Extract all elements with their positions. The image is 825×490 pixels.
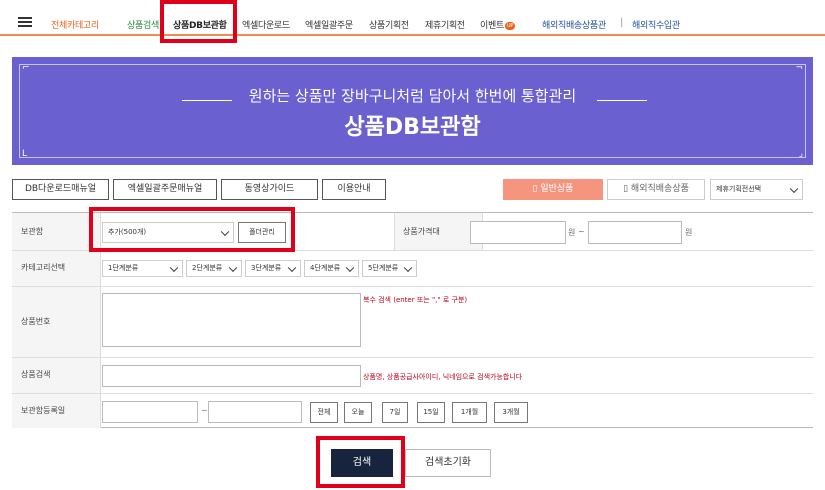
chevron-down-icon xyxy=(287,263,297,272)
chevron-down-icon xyxy=(345,263,355,272)
search-label: 상품검색 xyxy=(12,357,100,393)
db-download-manual-button[interactable]: DB다운로드매뉴얼 xyxy=(12,179,109,200)
product-no-note: 복수 검색 (enter 또는 "," 로 구분) xyxy=(363,296,468,304)
nav-product-search[interactable]: 상품검색 xyxy=(127,18,159,31)
date-all-button[interactable]: 전체 xyxy=(310,402,338,423)
price-max-input[interactable] xyxy=(588,221,682,244)
storage-label: 보관함 xyxy=(12,213,100,250)
video-guide-button[interactable]: 동영상가이드 xyxy=(221,179,318,200)
nav-excel-download[interactable]: 엑셀다운로드 xyxy=(242,18,290,31)
date-end-input[interactable] xyxy=(208,401,302,423)
category-select-4[interactable]: 4단계분류 xyxy=(304,260,359,277)
range-tilde: ~ xyxy=(578,227,585,236)
price-min-input[interactable] xyxy=(470,221,566,244)
usage-guide-button[interactable]: 이용안내 xyxy=(322,179,386,200)
corner-ornament-icon: ⌐ xyxy=(22,63,30,73)
tab-overseas-label: 해외직배송상품 xyxy=(630,184,689,194)
product-no-label: 상품번호 xyxy=(12,286,100,357)
event-badge: UP xyxy=(504,21,516,30)
category-select-2[interactable]: 2단계분류 xyxy=(186,260,242,277)
category-select-1-value: 1단계분류 xyxy=(108,264,139,272)
won-unit: 원 xyxy=(568,228,576,237)
corner-ornament-icon: L xyxy=(22,149,28,159)
row-divider xyxy=(12,393,813,394)
date-3m-button[interactable]: 3개월 xyxy=(494,402,528,423)
excel-order-manual-button[interactable]: 엑셀일괄주문매뉴얼 xyxy=(113,179,217,200)
price-label: 상품가격대 xyxy=(394,213,482,250)
nav-product-plan[interactable]: 상품기획전 xyxy=(369,18,409,31)
tab-overseas-products[interactable]: ▯ 해외직배송상품 xyxy=(607,179,705,200)
date-1m-button[interactable]: 1개월 xyxy=(452,402,487,423)
top-nav: 전체카테고리 상품검색 상품DB보관함 엑셀다운로드 엑셀일괄주문 상품기획전 … xyxy=(0,0,825,36)
category-select-2-value: 2단계분류 xyxy=(192,264,223,272)
category-select-5-value: 5단계분류 xyxy=(368,264,399,272)
search-note: 상품명, 상품공급사아이디, 닉네임으로 검색가능합니다 xyxy=(363,373,523,381)
banner: ⌐ ¬ L ⌟ 원하는 상품만 장바구니처럼 담아서 한번에 통합관리 상품DB… xyxy=(12,57,813,165)
highlight-nav-box xyxy=(160,0,237,43)
category-select-1[interactable]: 1단계분류 xyxy=(102,260,183,277)
nav-separator: | xyxy=(620,17,624,28)
category-select-5[interactable]: 5단계분류 xyxy=(362,260,417,277)
chevron-down-icon xyxy=(403,263,413,272)
date-label: 보관함등록일 xyxy=(12,393,100,428)
nav-overseas-shipping[interactable]: 해외직배송상품관 xyxy=(542,18,606,31)
date-start-input[interactable] xyxy=(102,401,198,423)
corner-ornament-icon: ¬ xyxy=(795,63,803,73)
nav-partner-plan[interactable]: 제휴기획전 xyxy=(425,18,465,31)
chevron-down-icon xyxy=(228,263,238,272)
keyword-search-input[interactable] xyxy=(102,365,361,387)
range-tilde: ~ xyxy=(201,406,208,415)
category-select-3-value: 3단계분류 xyxy=(251,264,282,272)
plan-select[interactable]: 제휴기획전선택 xyxy=(710,179,803,200)
col-divider xyxy=(394,213,395,250)
category-select-3[interactable]: 3단계분류 xyxy=(245,260,301,277)
tab-general-products[interactable]: ▯ 일반상품 xyxy=(503,179,603,200)
won-unit: 원 xyxy=(685,228,693,237)
highlight-storage-box xyxy=(89,207,295,252)
nav-all-category[interactable]: 전체카테고리 xyxy=(51,18,99,31)
nav-event-label: 이벤트 xyxy=(480,21,504,31)
date-today-button[interactable]: 오늘 xyxy=(344,402,372,423)
category-label: 카테고리선택 xyxy=(12,250,100,286)
row-divider xyxy=(12,357,813,358)
banner-title: 상품DB보관함 xyxy=(344,115,481,140)
reset-search-button[interactable]: 검색초기화 xyxy=(405,449,491,477)
category-select-4-value: 4단계분류 xyxy=(310,264,341,272)
corner-ornament-icon: ⌟ xyxy=(798,149,803,159)
date-7d-button[interactable]: 7일 xyxy=(382,402,408,423)
product-no-textarea[interactable] xyxy=(102,293,361,347)
banner-subtitle: 원하는 상품만 장바구니처럼 담아서 한번에 통합관리 xyxy=(248,87,577,105)
chevron-down-icon xyxy=(169,263,179,272)
nav-event[interactable]: 이벤트 UP xyxy=(480,18,516,31)
nav-excel-order[interactable]: 엑셀일괄주문 xyxy=(305,18,353,31)
tab-general-label: 일반상품 xyxy=(540,184,574,194)
date-15d-button[interactable]: 15일 xyxy=(417,402,445,423)
menu-icon[interactable] xyxy=(18,17,32,27)
nav-overseas-import[interactable]: 해외직수입관 xyxy=(632,18,680,31)
highlight-search-box xyxy=(316,436,405,488)
row-divider xyxy=(12,286,813,287)
chevron-down-icon xyxy=(789,184,799,193)
plan-select-value: 제휴기획전선택 xyxy=(716,185,762,193)
